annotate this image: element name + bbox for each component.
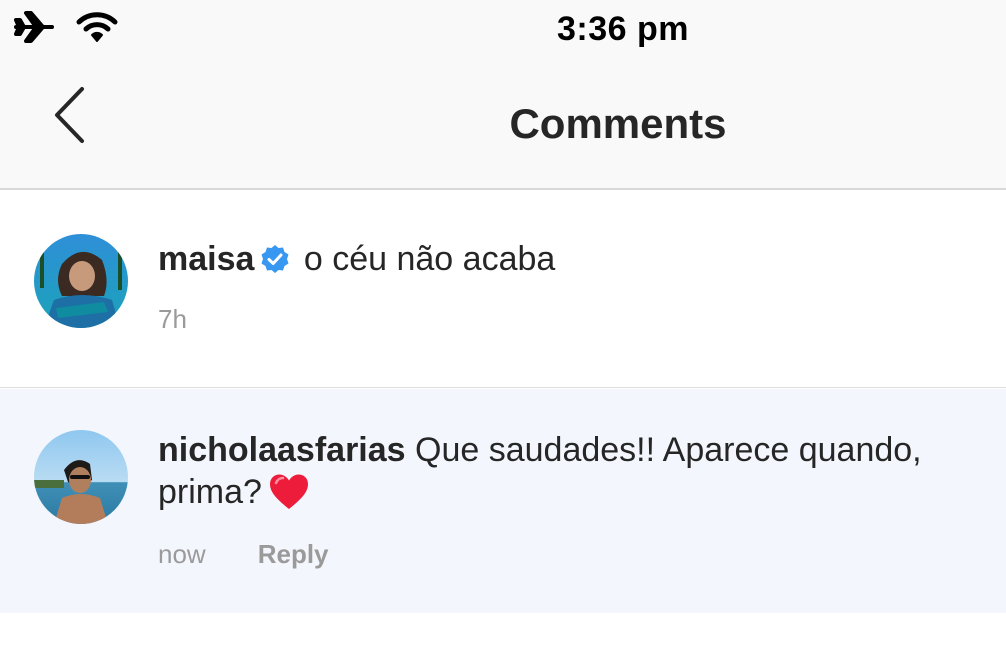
comment-text-block: maisa o céu não acaba bbox=[158, 238, 1000, 284]
nav-bar: Comments bbox=[0, 60, 1006, 190]
comment-username[interactable]: maisa bbox=[158, 240, 254, 278]
status-bar: 3:36 pm bbox=[0, 0, 1006, 60]
comment-meta: 7h bbox=[158, 304, 187, 335]
page-title: Comments bbox=[509, 100, 727, 147]
status-time: 3:36 pm bbox=[557, 10, 689, 48]
comment-item: nicholaasfarias Que saudades!! Aparece q… bbox=[0, 389, 1006, 613]
avatar[interactable] bbox=[34, 430, 128, 524]
comment-text-block: nicholaasfarias Que saudades!! Aparece q… bbox=[158, 429, 1000, 515]
avatar[interactable] bbox=[34, 234, 128, 328]
heart-emoji-icon bbox=[268, 472, 310, 516]
comment-meta: now Reply bbox=[158, 539, 329, 570]
reply-button[interactable]: Reply bbox=[258, 539, 329, 570]
comment-timestamp: now bbox=[158, 539, 206, 569]
comment-text: o céu não acaba bbox=[303, 240, 556, 278]
verified-badge-icon bbox=[260, 242, 290, 284]
comment-username[interactable]: nicholaasfarias bbox=[158, 431, 406, 469]
caption-comment: maisa o céu não acaba 7h bbox=[0, 192, 1006, 388]
top-area: 3:36 pm Comments bbox=[0, 0, 1006, 190]
comment-timestamp: 7h bbox=[158, 304, 187, 334]
